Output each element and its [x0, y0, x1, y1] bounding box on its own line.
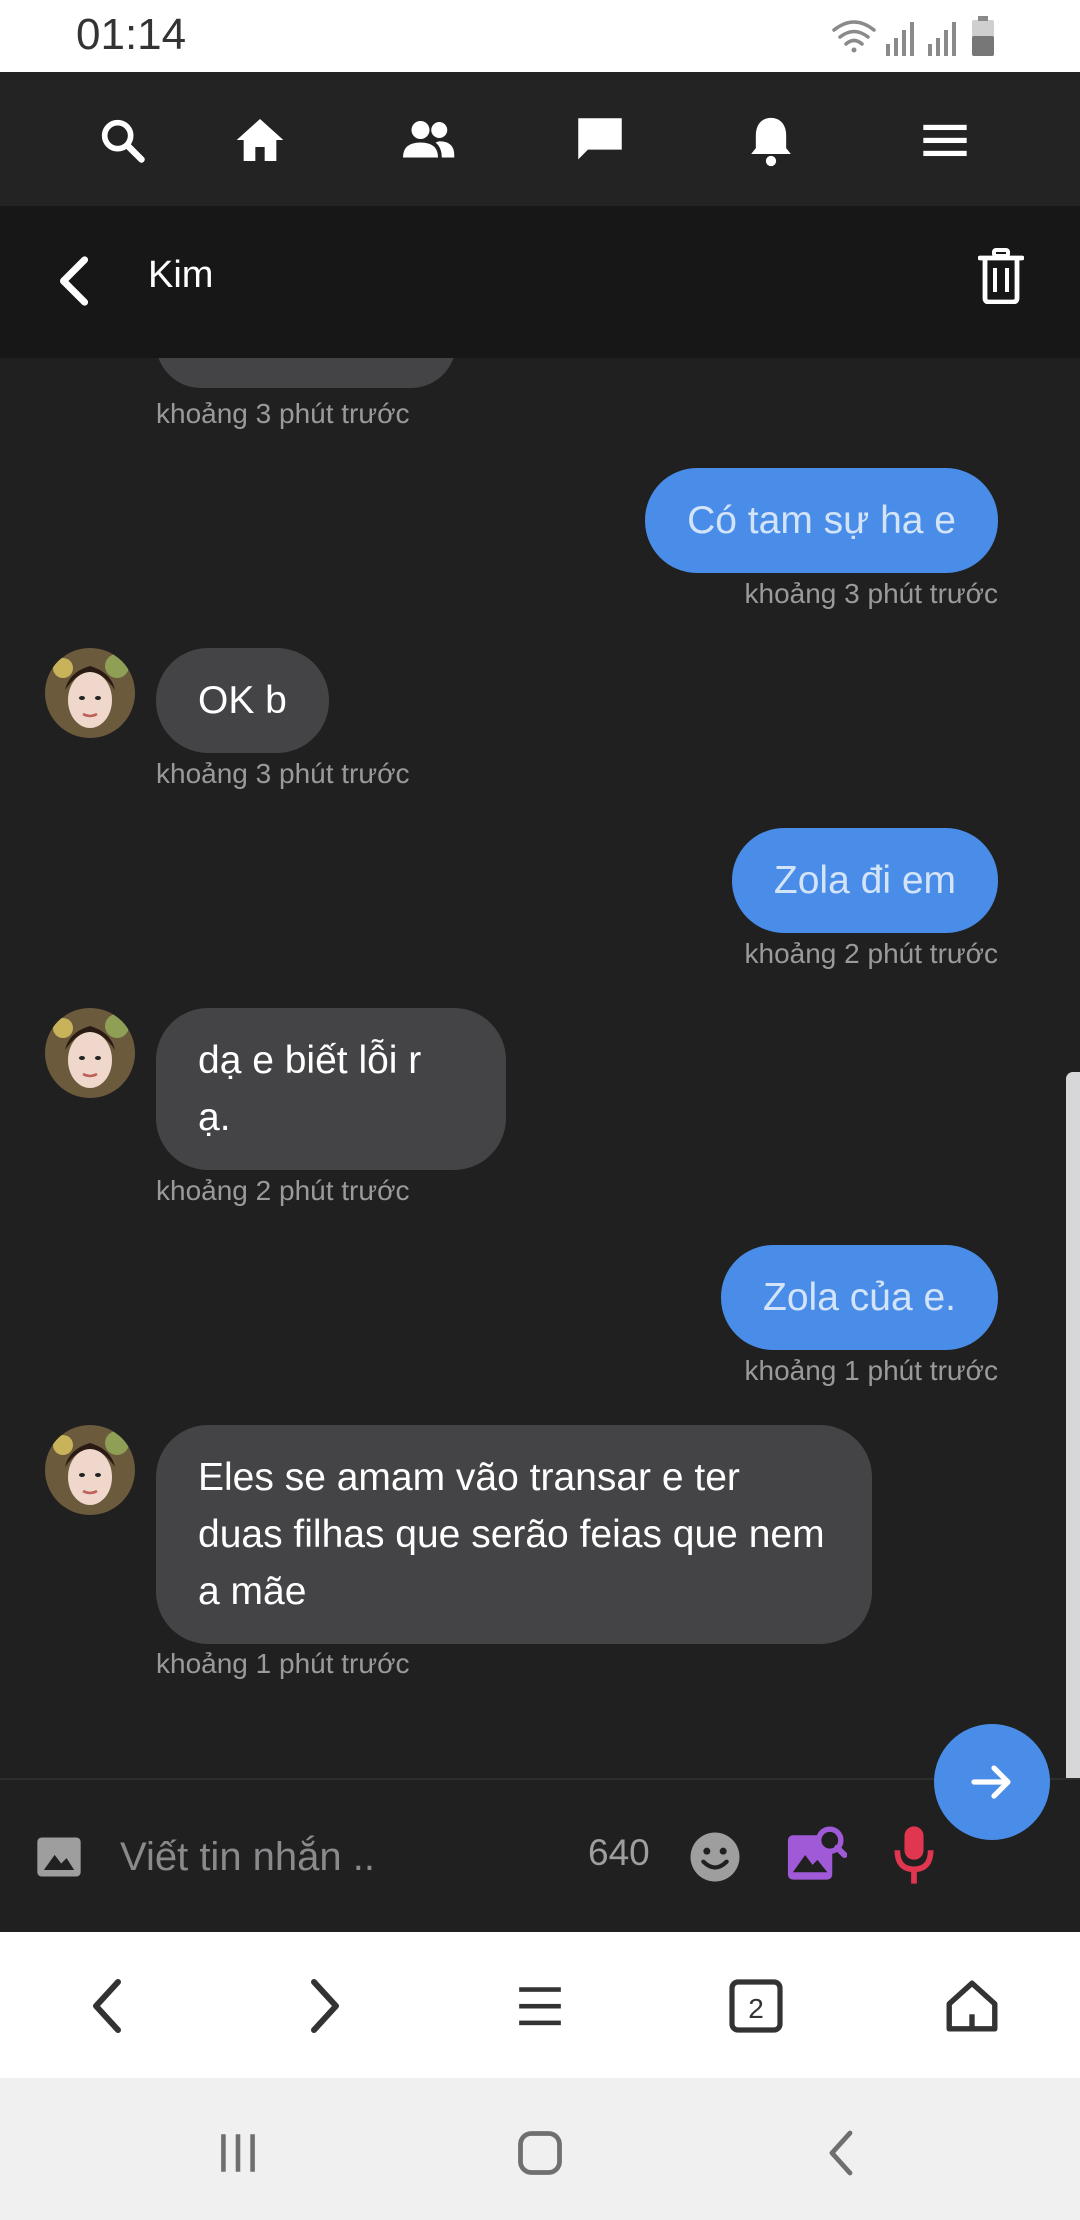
wifi-icon: [832, 20, 876, 53]
system-home-button[interactable]: [500, 2118, 580, 2188]
system-back-button[interactable]: [802, 2118, 882, 2188]
message-bubble-in-partial[interactable]: [156, 358, 456, 388]
message-bubble-out[interactable]: Zola đi em: [731, 828, 998, 933]
nav-friends-button[interactable]: [390, 102, 466, 178]
status-time: 01:14: [76, 10, 187, 59]
chevron-right-icon: [311, 1979, 339, 2033]
nav-notifications-button[interactable]: [733, 102, 809, 178]
system-navigation-bar: [0, 2078, 1080, 2220]
nav-menu-button[interactable]: [907, 102, 983, 178]
browser-forward-button[interactable]: [284, 1966, 364, 2046]
contact-avatar[interactable]: [45, 1008, 135, 1098]
message-list[interactable]: khoảng 3 phút trước Có tam sự ha e khoản…: [0, 358, 1080, 1778]
back-button[interactable]: [40, 246, 110, 316]
chevron-left-icon: [60, 256, 89, 306]
message-bubble-out[interactable]: Zola của e.: [721, 1245, 998, 1350]
trash-icon: [978, 248, 1024, 304]
browser-toolbar: 2: [0, 1932, 1080, 2078]
emoji-icon: [690, 1832, 740, 1882]
message-bubble-in[interactable]: OK b: [156, 648, 329, 753]
emoji-button[interactable]: [684, 1826, 746, 1888]
people-icon: [403, 121, 455, 158]
contact-name: Kim: [148, 254, 214, 296]
status-bar: 01:14: [0, 0, 1080, 72]
tabs-icon: 2: [729, 1979, 783, 2033]
bell-icon: [751, 117, 791, 167]
message-timestamp: khoảng 3 phút trước: [744, 578, 998, 609]
image-icon: [37, 1837, 81, 1877]
browser-back-button[interactable]: [68, 1966, 148, 2046]
top-nav: [0, 72, 1080, 206]
menu-icon: [923, 124, 967, 157]
battery-icon: [972, 16, 994, 56]
nav-home-button[interactable]: [222, 102, 298, 178]
nav-messages-button[interactable]: [562, 102, 638, 178]
chat-header: Kim: [0, 206, 1080, 358]
avatar-photo: [45, 648, 135, 738]
chevron-left-icon: [829, 2130, 853, 2176]
tab-count: 2: [748, 1993, 764, 2024]
browser-menu-button[interactable]: [500, 1966, 580, 2046]
message-timestamp: khoảng 3 phút trước: [156, 758, 410, 789]
search-icon: [101, 119, 145, 163]
contact-avatar[interactable]: [45, 648, 135, 738]
contact-avatar[interactable]: [45, 1425, 135, 1515]
message-timestamp: khoảng 2 phút trước: [156, 1175, 410, 1206]
delete-conversation-button[interactable]: [966, 236, 1036, 316]
avatar-photo: [45, 1425, 135, 1515]
home-icon: [236, 119, 284, 161]
avatar-photo: [45, 1008, 135, 1098]
message-bubble-in[interactable]: dạ e biết lỗi r ạ.: [156, 1008, 506, 1170]
chevron-left-icon: [93, 1979, 121, 2033]
signal-icon-2: [928, 22, 956, 56]
home-square-icon: [518, 2131, 562, 2175]
image-search-icon: [787, 1826, 847, 1880]
arrow-right-icon: [971, 1765, 1011, 1799]
message-timestamp: khoảng 1 phút trước: [156, 1648, 410, 1679]
chat-bubble-icon: [578, 118, 622, 160]
message-bubble-out[interactable]: Có tam sự ha e: [645, 468, 998, 573]
signal-icon-1: [886, 22, 914, 56]
status-icons: [832, 16, 994, 56]
scrollbar-thumb[interactable]: [1066, 1072, 1080, 1842]
browser-tabs-button[interactable]: 2: [716, 1966, 796, 2046]
message-timestamp: khoảng 3 phút trước: [156, 398, 410, 429]
menu-icon: [519, 1987, 561, 2026]
message-composer: 640: [0, 1778, 1080, 1932]
message-timestamp: khoảng 2 phút trước: [744, 938, 998, 969]
image-search-button[interactable]: [780, 1820, 850, 1890]
character-count: 640: [588, 1832, 650, 1873]
nav-search-button[interactable]: [84, 102, 160, 178]
microphone-icon: [894, 1826, 934, 1884]
message-timestamp: khoảng 1 phút trước: [744, 1355, 998, 1386]
message-input[interactable]: [120, 1824, 560, 1890]
message-bubble-in[interactable]: Eles se amam vão transar e ter duas filh…: [156, 1425, 872, 1644]
attach-image-button[interactable]: [30, 1828, 88, 1886]
recent-apps-button[interactable]: [198, 2118, 278, 2188]
home-outline-icon: [946, 1980, 998, 2032]
send-button[interactable]: [934, 1724, 1050, 1840]
recent-apps-icon: [221, 2134, 255, 2172]
browser-home-button[interactable]: [932, 1966, 1012, 2046]
voice-record-button[interactable]: [884, 1820, 944, 1890]
